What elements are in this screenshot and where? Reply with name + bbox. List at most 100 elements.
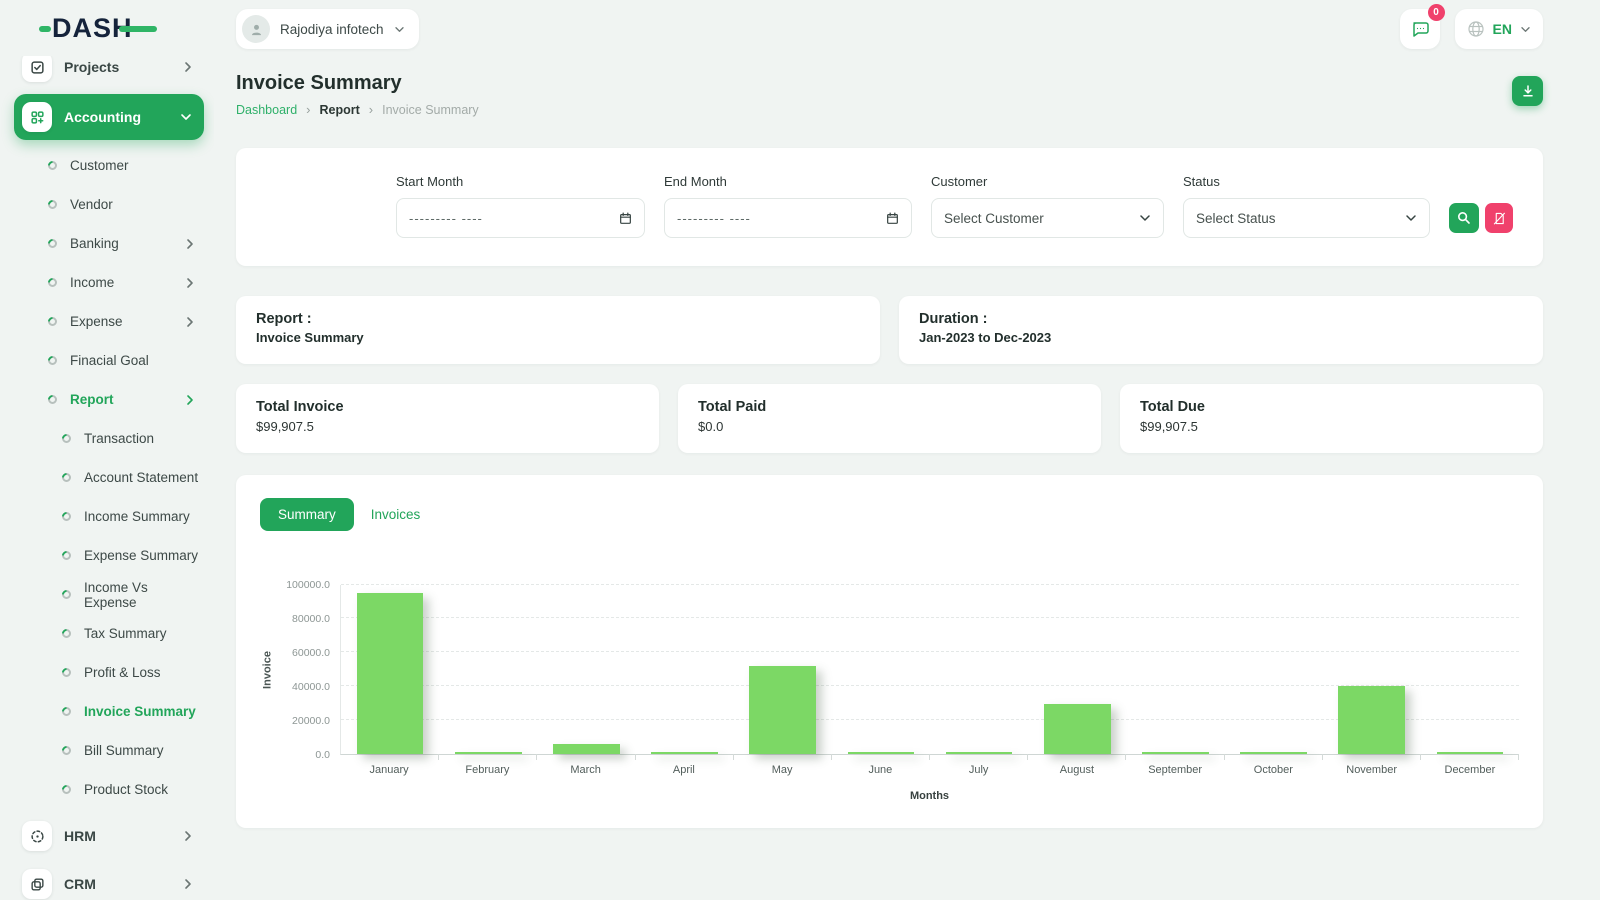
bar-january[interactable] <box>357 593 424 754</box>
sidebar-item-account-statement[interactable]: Account Statement <box>14 458 204 497</box>
title-row: Invoice Summary Dashboard › Report › Inv… <box>236 72 1543 117</box>
tab-invoices[interactable]: Invoices <box>371 507 421 522</box>
reset-filter-button[interactable] <box>1485 203 1513 233</box>
sidebar-item-label: Customer <box>70 158 129 173</box>
sidebar-item-projects[interactable]: Projects <box>14 56 204 90</box>
sidebar-item-hrm[interactable]: HRM <box>14 813 204 859</box>
header-actions: 0 EN <box>1400 9 1543 49</box>
bar-july[interactable] <box>946 752 1013 755</box>
total-due-label: Total Due <box>1140 399 1523 415</box>
bar-march[interactable] <box>553 744 620 754</box>
bar-november[interactable] <box>1338 686 1405 754</box>
bar-slot <box>1421 585 1519 754</box>
bar-october[interactable] <box>1240 752 1307 755</box>
sidebar-item-label: Product Stock <box>84 782 168 797</box>
y-tick-label: 0.0 <box>315 749 330 761</box>
sidebar-item-label: Banking <box>70 236 119 251</box>
total-due-card: Total Due $99,907.5 <box>1120 384 1543 453</box>
bullet-icon <box>46 354 59 367</box>
bullet-icon <box>60 705 73 718</box>
x-tick-label: January <box>340 764 438 776</box>
bullet-icon <box>46 276 59 289</box>
sidebar-item-finacial-goal[interactable]: Finacial Goal <box>14 341 204 380</box>
info-row: Report : Invoice Summary Duration : Jan-… <box>236 296 1543 364</box>
start-month-input[interactable]: --------- ---- <box>396 198 645 238</box>
bar-slot <box>636 585 734 754</box>
language-selector[interactable]: EN <box>1455 9 1543 49</box>
avatar <box>242 15 270 43</box>
sidebar-item-accounting[interactable]: Accounting <box>14 94 204 140</box>
bar-february[interactable] <box>455 752 522 755</box>
sidebar-item-label: Expense Summary <box>84 548 198 563</box>
sidebar-item-label: Bill Summary <box>84 743 164 758</box>
x-tick-label: February <box>438 764 536 776</box>
sidebar-item-expense-summary[interactable]: Expense Summary <box>14 536 204 575</box>
sidebar-item-report[interactable]: Report <box>14 380 204 419</box>
total-due-value: $99,907.5 <box>1140 419 1523 434</box>
total-paid-label: Total Paid <box>698 399 1081 415</box>
bullet-icon <box>60 588 73 601</box>
duration-info-value: Jan-2023 to Dec-2023 <box>919 330 1523 345</box>
sidebar-item-transaction[interactable]: Transaction <box>14 419 204 458</box>
sidebar-item-label: Invoice Summary <box>84 704 196 719</box>
breadcrumb-dashboard[interactable]: Dashboard <box>236 103 297 117</box>
sidebar-item-product-stock[interactable]: Product Stock <box>14 770 204 809</box>
sidebar-item-income-vs-expense[interactable]: Income Vs Expense <box>14 575 204 614</box>
bar-june[interactable] <box>848 752 915 755</box>
sidebar-item-income-summary[interactable]: Income Summary <box>14 497 204 536</box>
app-logo[interactable]: DASH <box>52 13 133 44</box>
page-title: Invoice Summary <box>236 72 479 95</box>
messages-button[interactable]: 0 <box>1400 9 1440 49</box>
invoice-bar-chart: Invoice 0.020000.040000.060000.080000.01… <box>260 585 1519 802</box>
sidebar-item-vendor[interactable]: Vendor <box>14 185 204 224</box>
bar-slot <box>734 585 832 754</box>
chart-tabs: Summary Invoices <box>260 498 1519 531</box>
download-icon <box>1521 84 1535 98</box>
sidebar-item-label: Income Summary <box>84 509 190 524</box>
bullet-icon <box>46 237 59 250</box>
download-button[interactable] <box>1512 76 1543 106</box>
chart-card: Summary Invoices Invoice 0.020000.040000… <box>236 475 1543 828</box>
bar-slot <box>1126 585 1224 754</box>
y-axis-title-col: Invoice <box>260 585 280 755</box>
status-select[interactable]: Select Status <box>1183 198 1430 238</box>
sidebar-item-bill-summary[interactable]: Bill Summary <box>14 731 204 770</box>
sidebar-item-label: Profit & Loss <box>84 665 161 680</box>
y-tick-label: 20000.0 <box>292 715 330 727</box>
bar-august[interactable] <box>1044 704 1111 754</box>
sidebar-item-tax-summary[interactable]: Tax Summary <box>14 614 204 653</box>
sidebar-item-invoice-summary[interactable]: Invoice Summary <box>14 692 204 731</box>
bullet-icon <box>46 159 59 172</box>
bullet-icon <box>60 549 73 562</box>
bar-december[interactable] <box>1437 752 1504 755</box>
sidebar-item-banking[interactable]: Banking <box>14 224 204 263</box>
sidebar-item-profit-loss[interactable]: Profit & Loss <box>14 653 204 692</box>
bullet-icon <box>46 393 59 406</box>
top-header: Rajodiya infotech 0 EN <box>236 0 1543 58</box>
chevron-down-icon <box>1405 214 1417 222</box>
bullet-icon <box>60 666 73 679</box>
sidebar-item-crm[interactable]: CRM <box>14 861 204 900</box>
bar-april[interactable] <box>651 752 718 755</box>
sidebar-item-customer[interactable]: Customer <box>14 146 204 185</box>
status-label: Status <box>1183 174 1430 189</box>
x-tick-label: July <box>930 764 1028 776</box>
chevron-right-icon <box>186 277 194 289</box>
chat-bubble-icon <box>1410 19 1430 39</box>
company-selector[interactable]: Rajodiya infotech <box>236 9 419 49</box>
bullet-icon <box>60 627 73 640</box>
breadcrumb-report[interactable]: Report <box>320 103 360 117</box>
bar-may[interactable] <box>749 666 816 754</box>
bar-september[interactable] <box>1142 752 1209 755</box>
sidebar-item-expense[interactable]: Expense <box>14 302 204 341</box>
x-tick-label: November <box>1323 764 1421 776</box>
end-month-input[interactable]: --------- ---- <box>664 198 912 238</box>
tab-summary[interactable]: Summary <box>260 498 354 531</box>
bullet-icon <box>46 315 59 328</box>
file-slash-icon <box>1493 212 1506 225</box>
customer-select[interactable]: Select Customer <box>931 198 1164 238</box>
bullet-icon <box>60 471 73 484</box>
apply-filter-button[interactable] <box>1449 203 1479 233</box>
y-axis-title: Invoice <box>262 651 274 689</box>
sidebar-item-income[interactable]: Income <box>14 263 204 302</box>
